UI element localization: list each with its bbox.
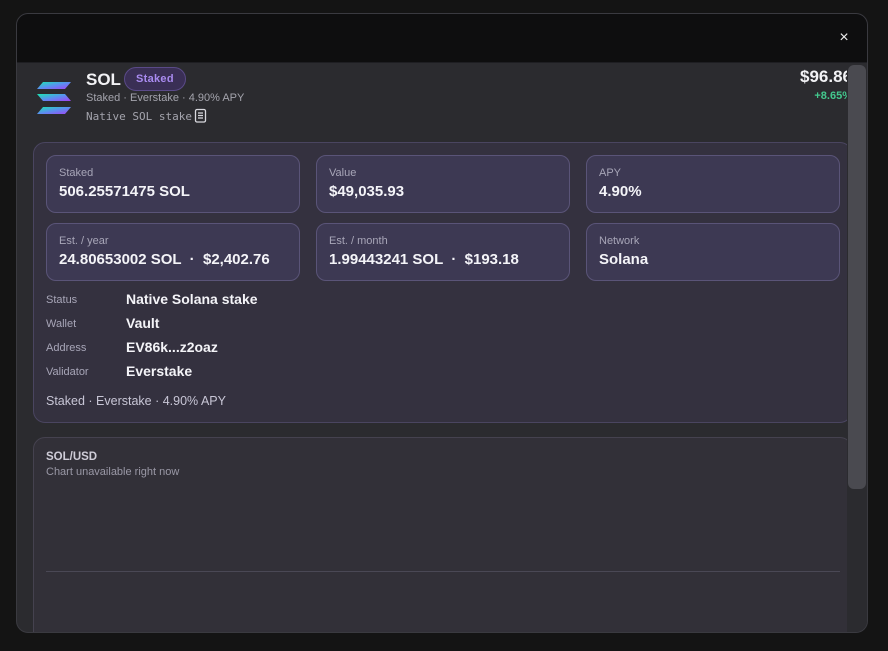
detail-value-address: EV86k...z2oaz — [126, 339, 218, 355]
stat-value: 1.99443241 SOL · $193.18 — [329, 251, 519, 268]
chart-status: Chart unavailable right now — [46, 466, 180, 478]
stat-value: Solana — [599, 251, 649, 268]
close-button[interactable]: × — [835, 29, 853, 47]
detail-label-status: Status — [46, 294, 78, 306]
stake-summary-footer: Staked · Everstake · 4.90% APY — [46, 394, 226, 408]
detail-label-wallet: Wallet — [46, 318, 77, 330]
stat-card-est-month: Est. / month 1.99443241 SOL · $193.18 — [316, 223, 570, 281]
scrollbar[interactable] — [847, 63, 867, 632]
asset-detail-modal: × SOL Staked Staked · Everstake · 4.90% … — [16, 13, 868, 633]
stat-card-staked: Staked 506.25571475 SOL — [46, 155, 300, 213]
stat-card-apy: APY 4.90% — [586, 155, 840, 213]
stat-value: $49,035.93 — [329, 183, 405, 200]
detail-value-validator: Everstake — [126, 363, 193, 379]
stat-label: Value — [329, 167, 357, 179]
detail-label-validator: Validator — [46, 366, 89, 378]
stat-value: 4.90% — [599, 183, 642, 200]
modal-body[interactable]: SOL Staked Staked · Everstake · 4.90% AP… — [17, 63, 867, 632]
stat-value: 506.25571475 SOL — [59, 183, 190, 200]
asset-type-label: Native SOL stake — [86, 110, 192, 123]
chart-baseline — [46, 571, 840, 572]
detail-value-wallet: Vault — [126, 315, 160, 331]
close-icon: × — [839, 29, 849, 46]
price-chart-panel: SOL/USD Chart unavailable right now — [33, 437, 852, 632]
status-badge: Staked — [124, 67, 186, 91]
stake-summary-panel: Staked 506.25571475 SOL Value $49,035.93… — [33, 142, 852, 423]
stat-card-est-year: Est. / year 24.80653002 SOL · $2,402.76 — [46, 223, 300, 281]
asset-subtitle: Staked · Everstake · 4.90% APY — [86, 92, 245, 104]
stat-value: 24.80653002 SOL · $2,402.76 — [59, 251, 270, 268]
stat-label: APY — [599, 167, 622, 179]
chart-title: SOL/USD — [46, 451, 98, 463]
stat-label: Est. / month — [329, 235, 388, 247]
stat-label: Network — [599, 235, 640, 247]
asset-symbol: SOL — [86, 70, 121, 89]
stat-label: Staked — [59, 167, 94, 179]
stat-label: Est. / year — [59, 235, 109, 247]
stat-card-network: Network Solana — [586, 223, 840, 281]
detail-label-address: Address — [46, 342, 87, 354]
scrollbar-thumb[interactable] — [848, 65, 866, 489]
copy-icon[interactable] — [192, 108, 208, 124]
solana-logo-icon — [37, 82, 71, 114]
detail-value-status: Native Solana stake — [126, 291, 258, 307]
stat-card-value: Value $49,035.93 — [316, 155, 570, 213]
modal-header: × — [17, 14, 867, 63]
asset-price: $96.86 — [800, 67, 852, 86]
